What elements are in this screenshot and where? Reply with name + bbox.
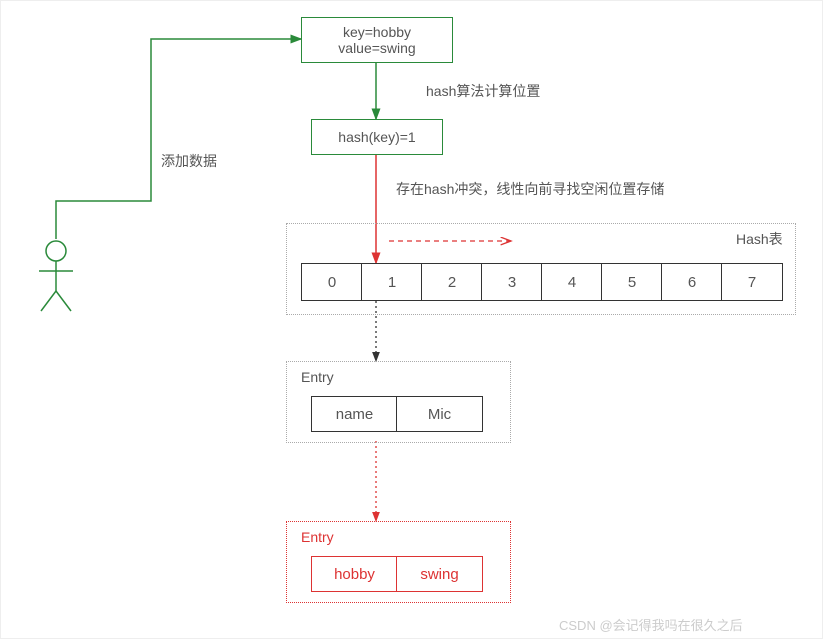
hash-cell-6: 6 (661, 263, 723, 301)
input-value-line: value=swing (338, 40, 415, 56)
hash-cell-2: 2 (421, 263, 483, 301)
input-kv-box: key=hobby value=swing (301, 17, 453, 63)
entry1-title: Entry (301, 369, 334, 385)
actor-icon (39, 241, 73, 311)
entry1-value: Mic (396, 396, 483, 432)
add-data-label: 添加数据 (161, 151, 217, 171)
entry2-value: swing (396, 556, 483, 592)
hash-result-box: hash(key)=1 (311, 119, 443, 155)
hash-result-text: hash(key)=1 (338, 129, 415, 145)
hash-cell-7: 7 (721, 263, 783, 301)
conflict-label: 存在hash冲突，线性向前寻找空闲位置存储 (396, 179, 664, 199)
hash-table-title: Hash表 (736, 229, 783, 249)
hash-cell-1: 1 (361, 263, 423, 301)
entry2-title: Entry (301, 529, 334, 545)
hash-cell-4: 4 (541, 263, 603, 301)
input-key-line: key=hobby (343, 24, 411, 40)
hash-cell-5: 5 (601, 263, 663, 301)
hash-step-label: hash算法计算位置 (426, 81, 540, 101)
watermark-text: CSDN @会记得我吗在很久之后 (559, 615, 743, 634)
hash-cell-0: 0 (301, 263, 363, 301)
entry1-key: name (311, 396, 398, 432)
entry2-key: hobby (311, 556, 398, 592)
hash-cell-3: 3 (481, 263, 543, 301)
